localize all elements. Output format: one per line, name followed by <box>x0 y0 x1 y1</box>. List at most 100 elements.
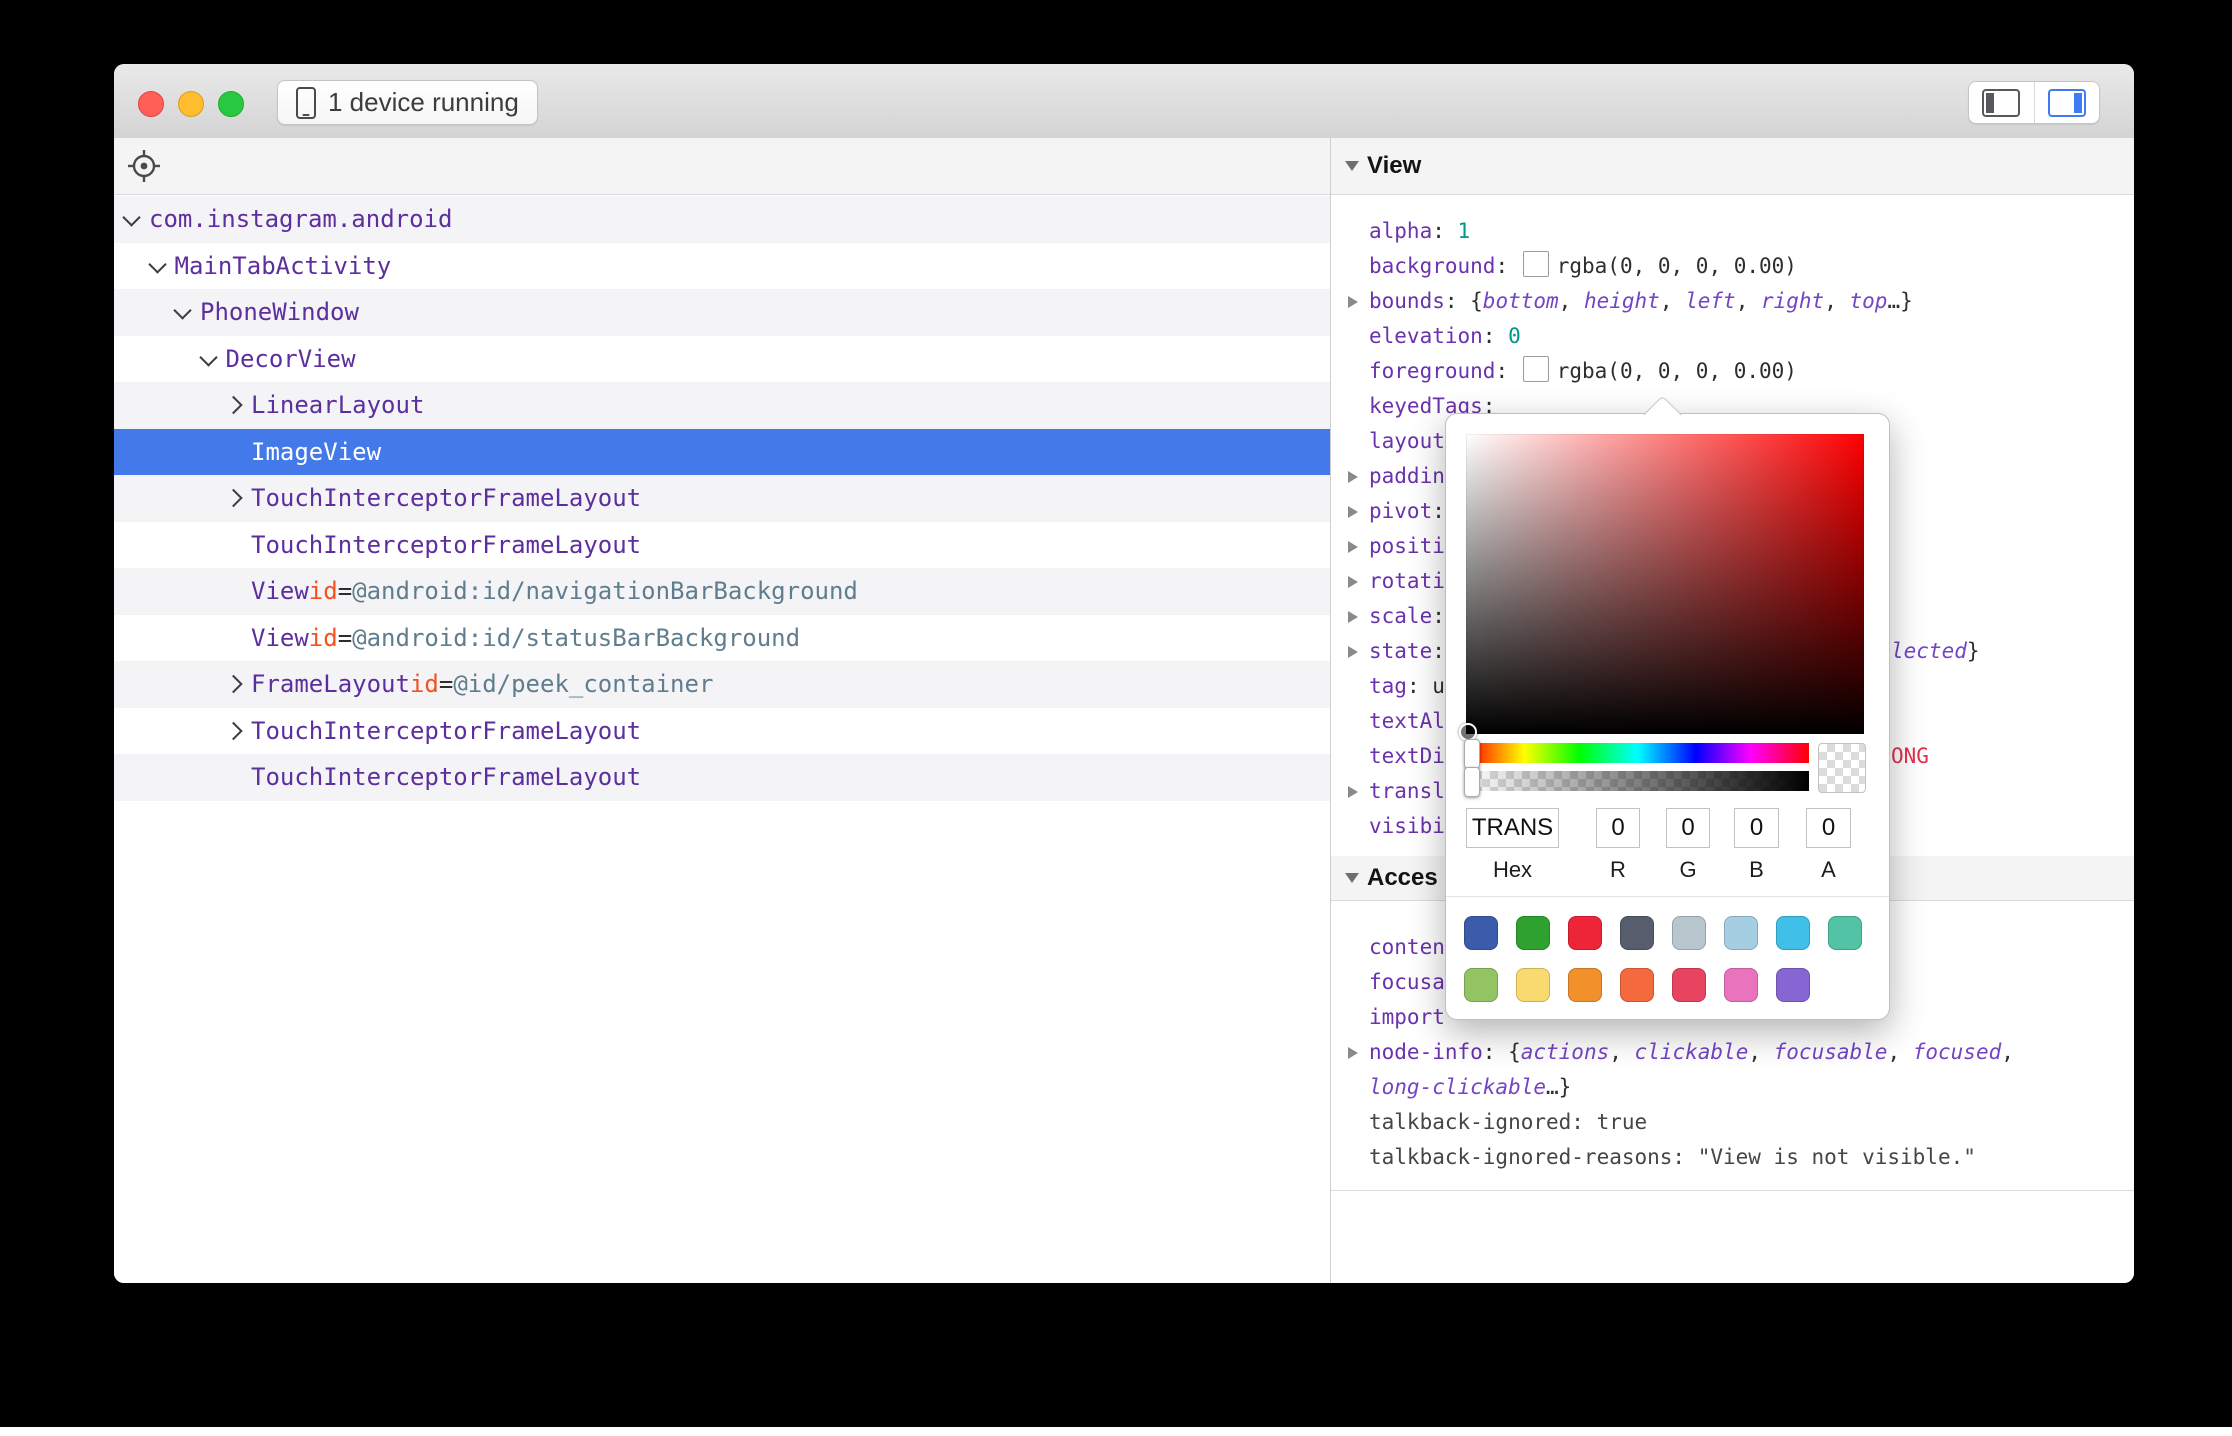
text-segment: View <box>251 624 309 652</box>
triangle-down-icon[interactable] <box>1345 161 1359 171</box>
tree-row[interactable]: ImageView <box>114 429 1330 476</box>
right-panel-toggle-button[interactable] <box>2035 82 2100 123</box>
preset-color-swatch[interactable] <box>1672 916 1706 950</box>
hierarchy-panel: com.instagram.androidMainTabActivityPhon… <box>114 138 1330 1283</box>
text-segment: paddin <box>1369 464 1445 488</box>
property-row[interactable]: long-clickable…} <box>1331 1070 2134 1105</box>
triangle-right-icon[interactable] <box>1348 1047 1358 1059</box>
preset-color-swatch[interactable] <box>1620 968 1654 1002</box>
alpha-slider-handle[interactable] <box>1464 767 1480 797</box>
chevron-down-icon[interactable] <box>173 301 191 319</box>
current-color-swatch[interactable] <box>1818 743 1866 793</box>
chevron-down-icon[interactable] <box>148 255 166 273</box>
green-input[interactable] <box>1666 808 1710 848</box>
device-running-button[interactable]: 1 device running <box>277 80 538 125</box>
property-row[interactable]: talkback-ignored: true <box>1331 1105 2134 1140</box>
close-icon[interactable] <box>138 91 164 117</box>
preset-color-swatch[interactable] <box>1516 968 1550 1002</box>
property-row[interactable]: bounds: {bottom, height, left, right, to… <box>1331 284 2134 319</box>
text-segment: id <box>309 577 338 605</box>
property-row[interactable]: alpha: 1 <box>1331 214 2134 249</box>
text-segment: background <box>1369 254 1495 278</box>
view-section-header[interactable]: View <box>1331 138 2134 195</box>
zoom-icon[interactable] <box>218 91 244 117</box>
inspector-window: 1 device running <box>114 64 2134 1283</box>
text-segment: id <box>410 670 439 698</box>
text-segment: node-info <box>1369 1040 1483 1064</box>
preset-color-swatch[interactable] <box>1724 968 1758 1002</box>
chevron-down-icon[interactable] <box>122 208 140 226</box>
chevron-right-icon[interactable] <box>224 396 242 414</box>
hex-input[interactable] <box>1466 808 1559 848</box>
chevron-right-icon[interactable] <box>224 489 242 507</box>
text-segment: import <box>1369 1005 1445 1029</box>
preset-color-swatch[interactable] <box>1516 916 1550 950</box>
tree-row[interactable]: DecorView <box>114 336 1330 383</box>
preset-color-swatch[interactable] <box>1828 916 1862 950</box>
preset-color-swatch[interactable] <box>1568 916 1602 950</box>
triangle-right-icon[interactable] <box>1348 611 1358 623</box>
text-segment: focused <box>1913 1040 2002 1064</box>
tree-row[interactable]: com.instagram.android <box>114 196 1330 243</box>
property-row[interactable]: background: rgba(0, 0, 0, 0.00) <box>1331 249 2134 284</box>
text-segment: : <box>1495 254 1520 278</box>
color-value-swatch[interactable] <box>1523 356 1549 382</box>
preset-color-swatch[interactable] <box>1776 916 1810 950</box>
preset-color-swatch[interactable] <box>1672 968 1706 1002</box>
hue-slider-handle[interactable] <box>1464 739 1480 769</box>
tree-row[interactable]: MainTabActivity <box>114 243 1330 290</box>
text-segment: right <box>1761 289 1824 313</box>
hue-slider[interactable] <box>1466 743 1809 763</box>
g-label: G <box>1666 857 1710 883</box>
text-segment: : <box>1432 639 1445 663</box>
tree-row[interactable]: LinearLayout <box>114 382 1330 429</box>
triangle-down-icon[interactable] <box>1345 873 1359 883</box>
blue-input[interactable] <box>1734 808 1779 848</box>
text-segment: alpha <box>1369 219 1432 243</box>
text-segment: textAl <box>1369 709 1445 733</box>
text-segment: id <box>309 624 338 652</box>
text-segment: focusa <box>1369 970 1445 994</box>
text-segment: , <box>1824 289 1849 313</box>
tree-row[interactable]: FrameLayout id=@id/peek_container <box>114 661 1330 708</box>
triangle-right-icon[interactable] <box>1348 296 1358 308</box>
tree-row[interactable]: TouchInterceptorFrameLayout <box>114 522 1330 569</box>
chevron-right-icon[interactable] <box>224 675 242 693</box>
text-segment: @android:id/navigationBarBackground <box>352 577 858 605</box>
tree-row[interactable]: PhoneWindow <box>114 289 1330 336</box>
property-row[interactable]: node-info: {actions, clickable, focusabl… <box>1331 1035 2134 1070</box>
text-segment: clickable <box>1635 1040 1749 1064</box>
saturation-value-square[interactable] <box>1466 434 1864 734</box>
alpha-input[interactable] <box>1806 808 1851 848</box>
tree-row[interactable]: TouchInterceptorFrameLayout <box>114 475 1330 522</box>
triangle-right-icon[interactable] <box>1348 576 1358 588</box>
title-bar[interactable]: 1 device running <box>114 64 2134 139</box>
triangle-right-icon[interactable] <box>1348 646 1358 658</box>
chevron-right-icon[interactable] <box>224 722 242 740</box>
alpha-slider[interactable] <box>1466 771 1809 791</box>
triangle-right-icon[interactable] <box>1348 471 1358 483</box>
preset-color-swatch[interactable] <box>1464 916 1498 950</box>
chevron-down-icon[interactable] <box>199 348 217 366</box>
triangle-right-icon[interactable] <box>1348 506 1358 518</box>
target-icon[interactable] <box>126 148 162 184</box>
tree-row[interactable]: TouchInterceptorFrameLayout <box>114 754 1330 801</box>
left-panel-toggle-button[interactable] <box>1969 82 2035 123</box>
preset-color-swatch[interactable] <box>1568 968 1602 1002</box>
property-row[interactable]: talkback-ignored-reasons: "View is not v… <box>1331 1140 2134 1175</box>
triangle-right-icon[interactable] <box>1348 786 1358 798</box>
tree-row[interactable]: TouchInterceptorFrameLayout <box>114 708 1330 755</box>
r-label: R <box>1596 857 1640 883</box>
minimize-icon[interactable] <box>178 91 204 117</box>
tree-row[interactable]: View id=@android:id/navigationBarBackgro… <box>114 568 1330 615</box>
color-value-swatch[interactable] <box>1523 251 1549 277</box>
preset-color-swatch[interactable] <box>1620 916 1654 950</box>
preset-color-swatch[interactable] <box>1464 968 1498 1002</box>
preset-color-swatch[interactable] <box>1776 968 1810 1002</box>
red-input[interactable] <box>1596 808 1640 848</box>
preset-color-swatch[interactable] <box>1724 916 1758 950</box>
tree-row[interactable]: View id=@android:id/statusBarBackground <box>114 615 1330 662</box>
property-row[interactable]: elevation: 0 <box>1331 319 2134 354</box>
property-row[interactable]: foreground: rgba(0, 0, 0, 0.00) <box>1331 354 2134 389</box>
triangle-right-icon[interactable] <box>1348 541 1358 553</box>
